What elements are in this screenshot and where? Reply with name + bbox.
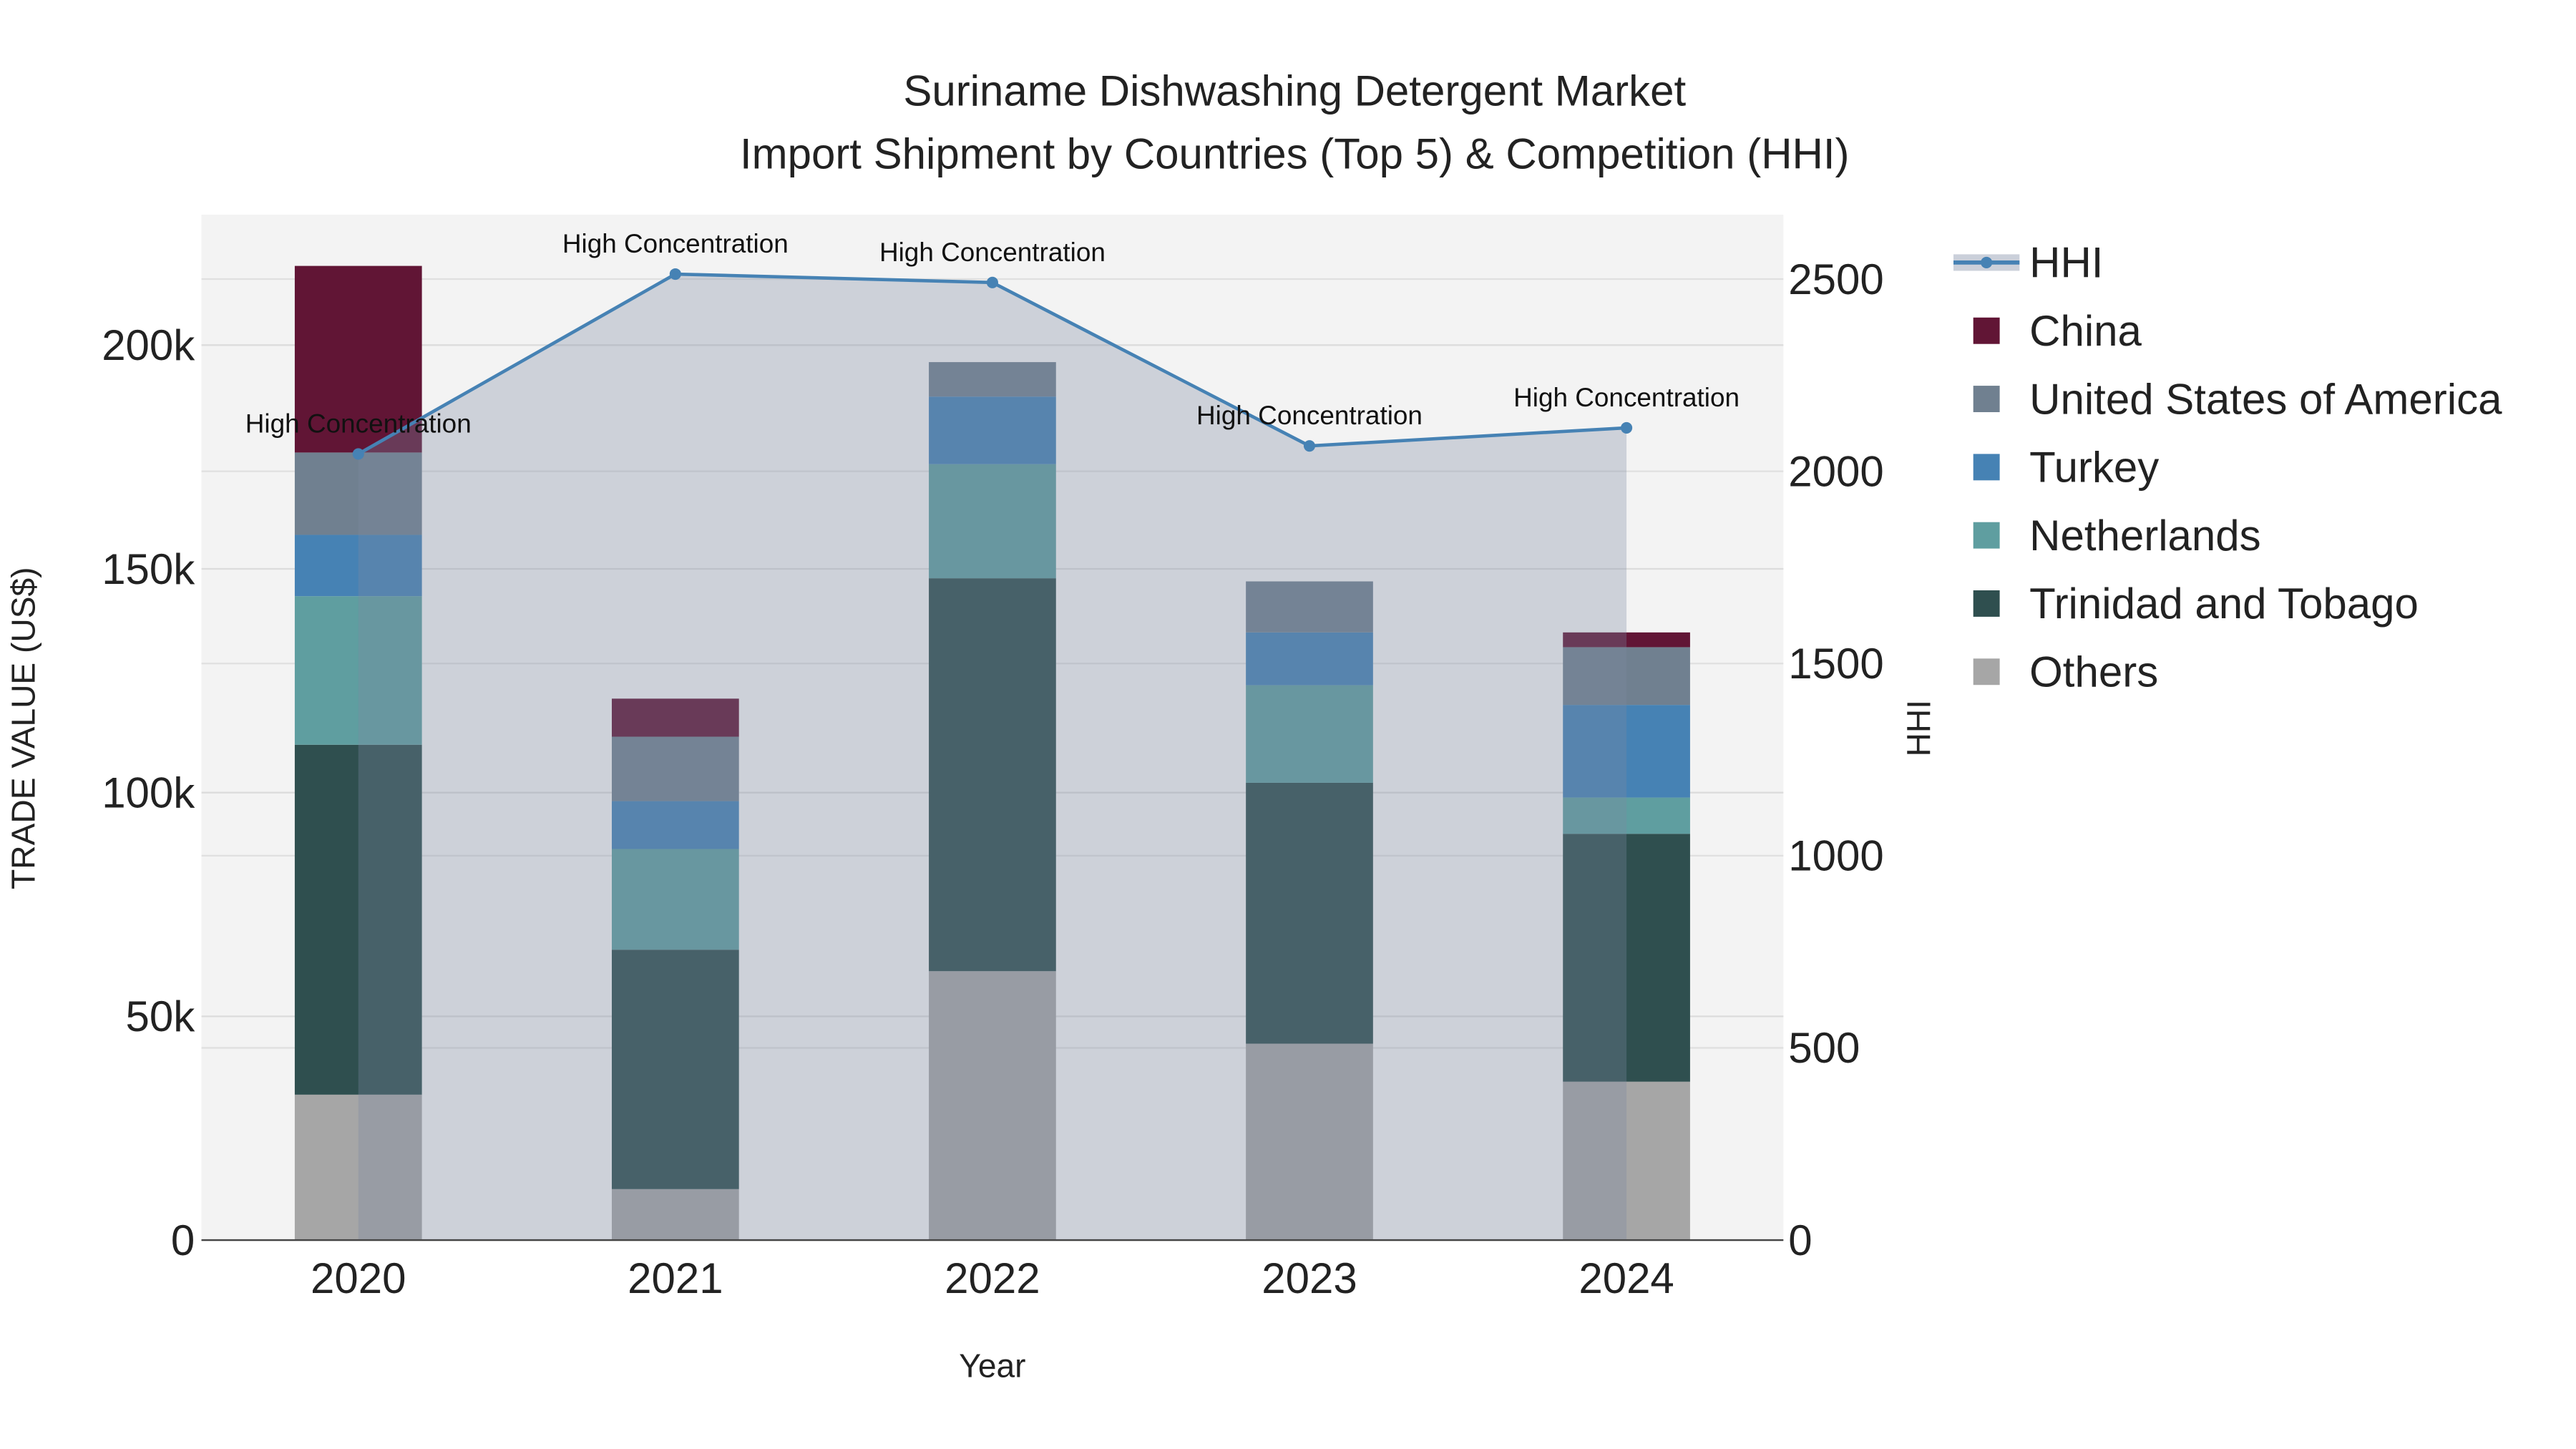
y2-tick-label: 1500 [1788,640,1883,688]
y-tick-label: 200k [102,321,195,369]
x-tick-label: 2022 [945,1254,1040,1302]
legend-label[interactable]: Turkey [2029,444,2159,492]
y2-tick-label: 500 [1788,1024,1860,1072]
y2-tick-label: 1000 [1788,832,1883,880]
hhi-point-2021 [669,268,681,280]
hhi-point-2022 [986,276,998,288]
legend-swatch-hhi-marker [1981,256,1993,268]
x-tick-label: 2024 [1579,1254,1674,1302]
hhi-annotation: High Concentration [245,409,472,438]
legend-label[interactable]: Others [2029,648,2158,696]
legend-label[interactable]: China [2029,307,2142,355]
x-tick-label: 2023 [1262,1254,1357,1302]
y2-tick-label: 0 [1788,1216,1812,1264]
y-tick-label: 0 [171,1216,195,1264]
legend-label[interactable]: United States of America [2029,375,2502,423]
legend-swatch-china [1973,317,2000,344]
y-tick-label: 50k [126,992,196,1040]
chart: High Concentration High Concentration High… [4,67,2502,1385]
y2-tick-label: 2000 [1788,447,1883,495]
y2-axis-title: HHI [1901,700,1938,756]
x-axis-title: Year [959,1347,1025,1385]
legend: HHI China United States of America Turkey Ne… [1953,239,2502,696]
hhi-annotation: High Concentration [1196,401,1423,430]
legend-swatch-netherlands [1973,522,2000,549]
y-tick-label: 150k [102,545,195,593]
y2-tick-label: 2500 [1788,255,1883,303]
legend-swatch-others [1973,658,2000,686]
chart-subtitle: Import Shipment by Countries (Top 5) & C… [740,130,1850,177]
hhi-point-2020 [352,448,364,460]
legend-label[interactable]: Netherlands [2029,512,2261,560]
chart-title: Suriname Dishwashing Detergent Market [903,67,1686,115]
legend-label[interactable]: Trinidad and Tobago [2029,580,2419,628]
hhi-annotation: High Concentration [1513,383,1740,412]
legend-label[interactable]: HHI [2029,239,2103,287]
legend-swatch-united-states-of-america [1973,386,2000,412]
y-axis-title: TRADE VALUE (US$) [4,567,42,889]
y-tick-label: 100k [102,769,195,816]
hhi-annotation: High Concentration [562,229,789,258]
legend-swatch-turkey [1973,454,2000,481]
hhi-point-2023 [1303,440,1316,452]
legend-swatch-trinidad-and-tobago [1973,590,2000,617]
x-tick-label: 2021 [628,1254,723,1302]
hhi-point-2024 [1621,421,1633,434]
hhi-annotation: High Concentration [879,238,1106,267]
x-tick-label: 2020 [311,1254,406,1302]
